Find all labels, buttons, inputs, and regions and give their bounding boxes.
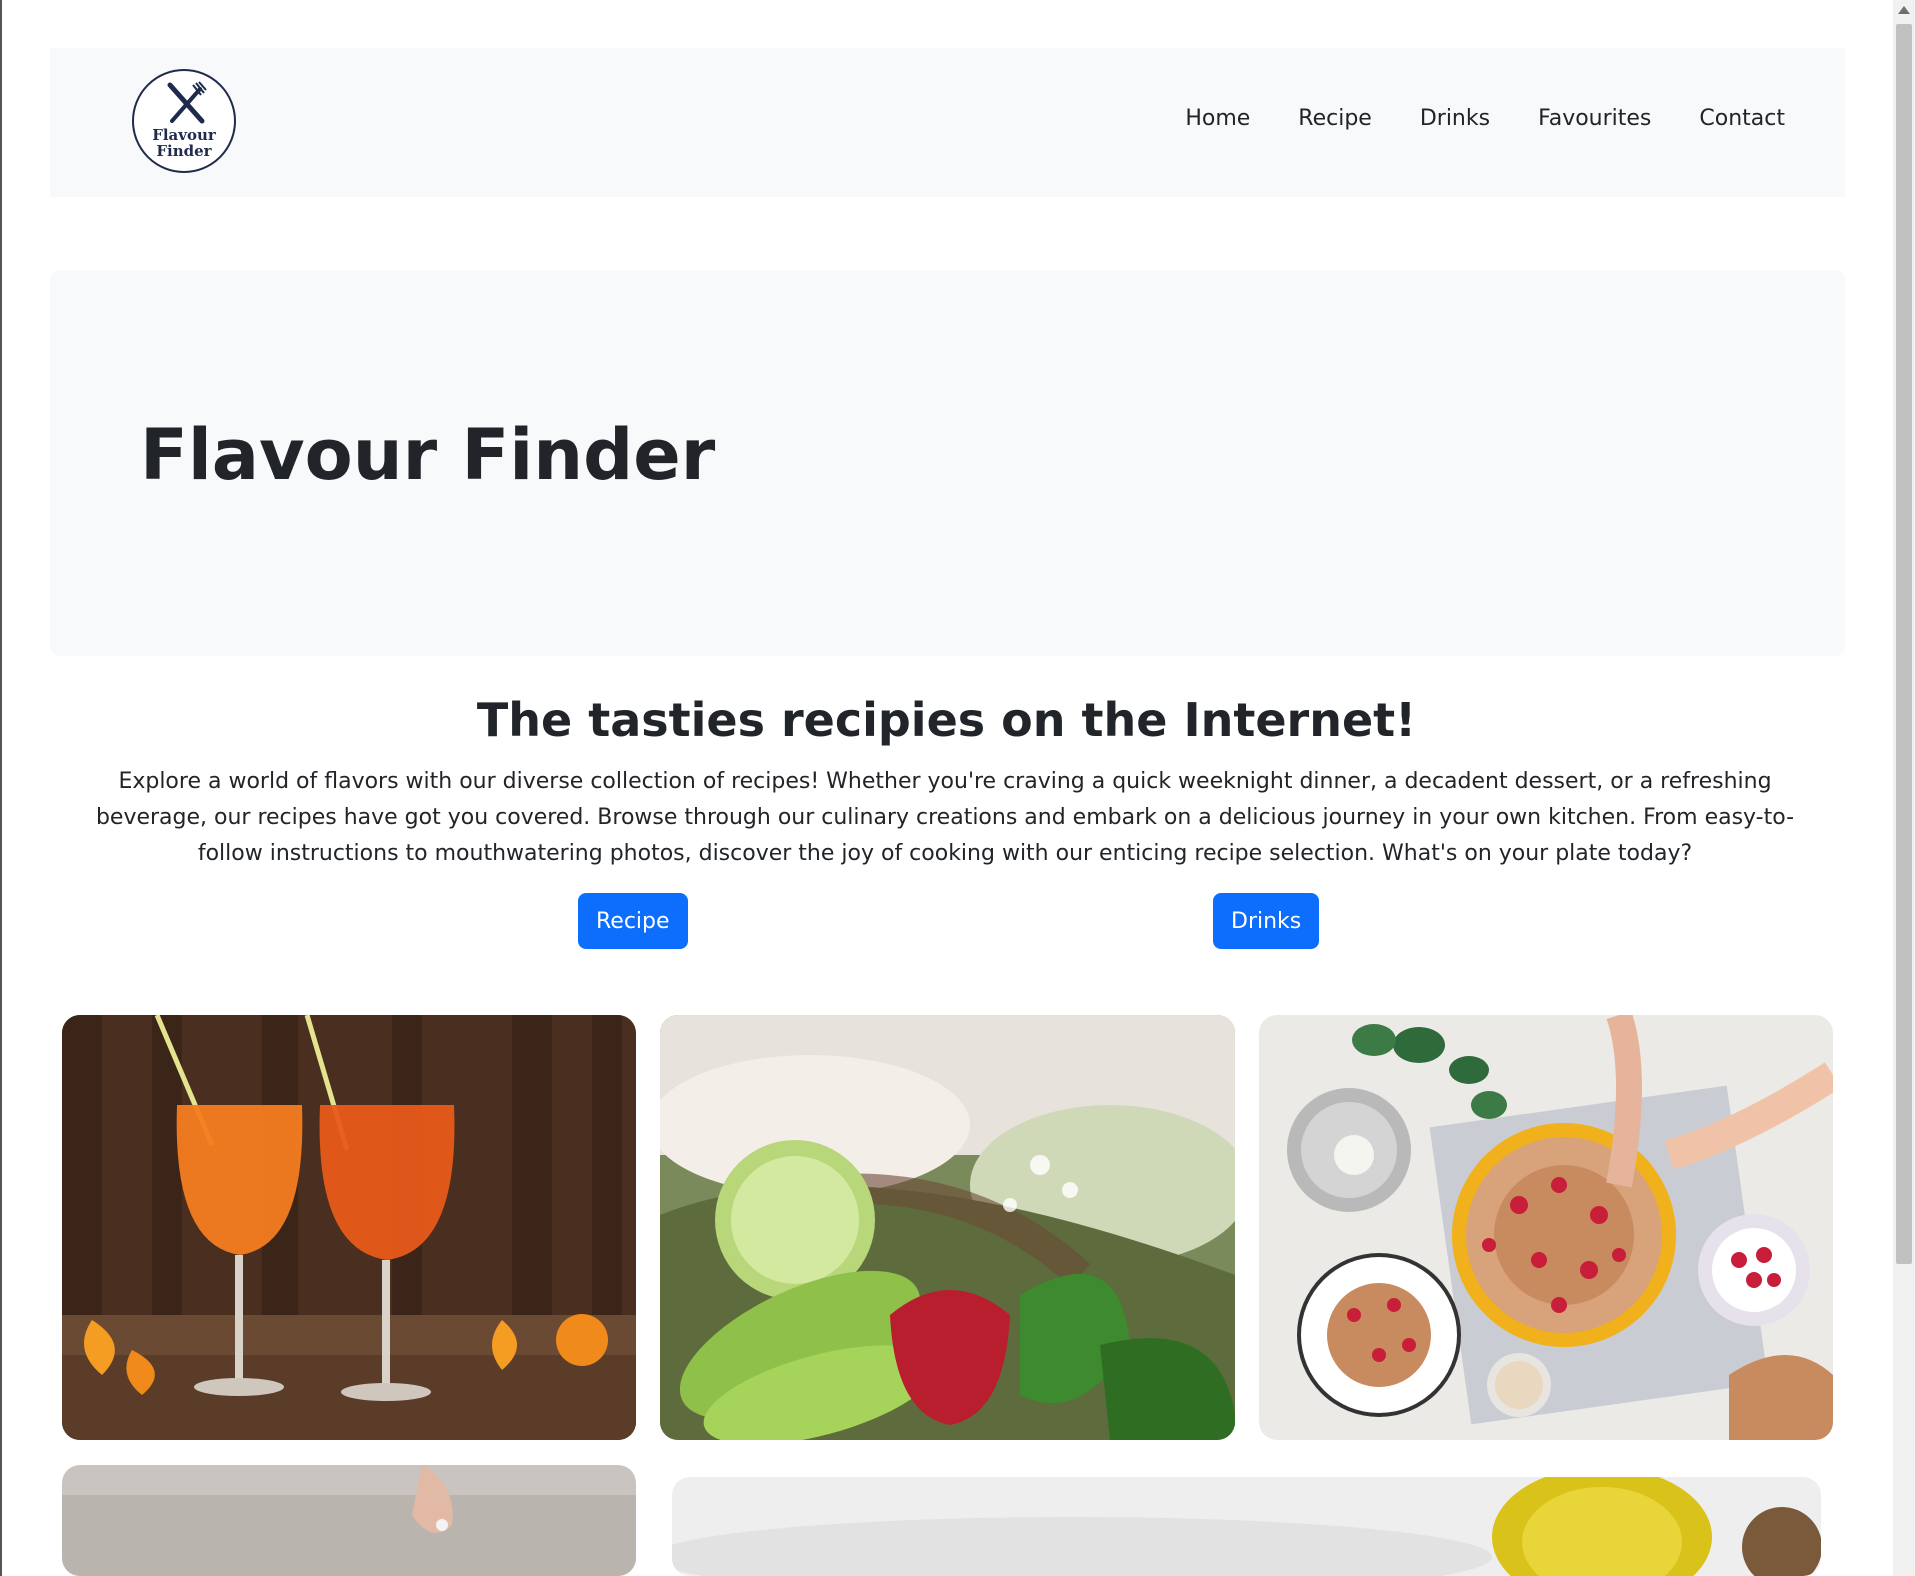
logo-line-1: Flavour [152, 126, 216, 144]
hero-banner: Flavour Finder [50, 270, 1845, 656]
vertical-scrollbar[interactable] [1893, 0, 1915, 1576]
recipe-button[interactable]: Recipe [578, 893, 688, 949]
window-edge [0, 0, 2, 1576]
brand-logo[interactable]: Flavour Finder [132, 69, 236, 173]
nav-link-drinks[interactable]: Drinks [1420, 106, 1490, 131]
intro-heading: The tasties recipies on the Internet! [476, 693, 1417, 747]
gallery-image-pancakes[interactable] [1259, 1015, 1833, 1440]
gallery-image-partial-right[interactable] [672, 1477, 1821, 1576]
nav-links: Home Recipe Drinks Favourites Contact [1185, 106, 1785, 131]
scrollbar-thumb[interactable] [1896, 24, 1912, 1264]
logo-text: Flavour Finder [134, 127, 234, 159]
gallery-image-salad[interactable] [660, 1015, 1235, 1440]
nav-link-favourites[interactable]: Favourites [1538, 106, 1651, 131]
nav-link-home[interactable]: Home [1185, 106, 1250, 131]
fork-knife-icon [167, 81, 207, 124]
gallery-image-cocktails[interactable] [62, 1015, 636, 1440]
nav-link-recipe[interactable]: Recipe [1298, 106, 1372, 131]
logo-line-2: Finder [156, 142, 212, 160]
hero-title: Flavour Finder [140, 414, 716, 496]
nav-link-contact[interactable]: Contact [1699, 106, 1785, 131]
scroll-up-arrow-icon[interactable] [1898, 6, 1910, 14]
intro-paragraph: Explore a world of flavors with our dive… [95, 769, 1795, 866]
gallery-image-partial-left[interactable] [62, 1465, 636, 1576]
navbar: Flavour Finder Home Recipe Drinks Favour… [50, 48, 1845, 197]
drinks-button[interactable]: Drinks [1213, 893, 1320, 949]
